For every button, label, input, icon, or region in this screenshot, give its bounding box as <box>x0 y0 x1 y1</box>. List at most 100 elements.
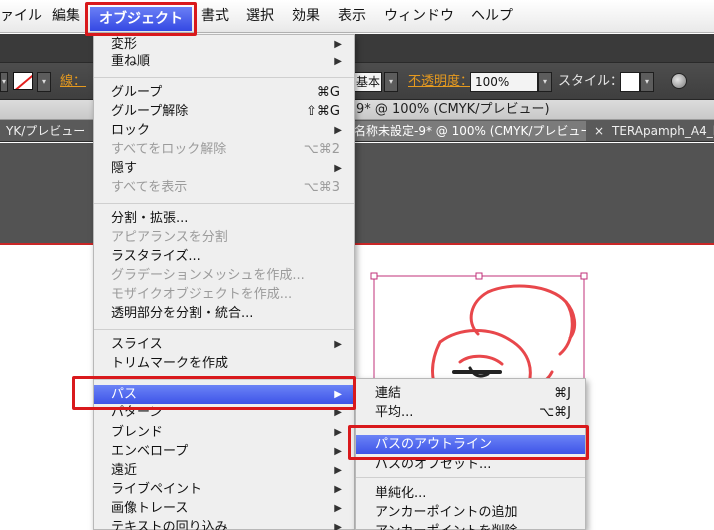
screen: { "menubar": { "items": ["ァイル", "編集", "オ… <box>0 0 714 530</box>
menu-item-label: 隠す <box>111 161 138 176</box>
selection-handle <box>370 272 378 280</box>
shortcut-text: ⌥⌘2 <box>303 142 340 157</box>
opacity-label[interactable]: 不透明度： <box>408 74 473 90</box>
opacity-dropdown[interactable]: ▾ <box>538 72 552 92</box>
menu-item-slice[interactable]: スライス ▶ <box>94 335 354 354</box>
stroke-none-swatch[interactable] <box>13 72 33 90</box>
menu-item-label: すべてを表示 <box>111 180 188 195</box>
menu-item-expand[interactable]: 分割・拡張... <box>94 209 354 228</box>
menu-window[interactable]: ウィンドウ <box>384 7 454 25</box>
menu-item-label: 遠近 <box>111 463 138 478</box>
menu-item-label: 単純化... <box>375 486 427 501</box>
fill-dropdown[interactable]: ▾ <box>0 72 8 92</box>
graphic-style-dropdown[interactable]: ▾ <box>640 72 654 92</box>
menu-separator <box>94 77 354 78</box>
shortcut-text: ⇧⌘G <box>306 104 340 119</box>
menu-item-label: 重ね順 <box>111 54 151 69</box>
menu-item-join[interactable]: 連結 ⌘J <box>356 384 585 403</box>
shortcut-text: ⌥⌘J <box>539 405 571 420</box>
menu-item-hide[interactable]: 隠す ▶ <box>94 159 354 178</box>
menu-item-label: 連結 <box>375 386 402 401</box>
stroke-dropdown[interactable]: ▾ <box>37 72 51 92</box>
menu-item-label: アンカーポイントの追加 <box>375 505 518 520</box>
globe-icon[interactable] <box>671 73 687 89</box>
path-annotation-box <box>72 376 356 410</box>
menu-edit[interactable]: 編集 <box>52 7 80 25</box>
menu-item-simplify[interactable]: 単純化... <box>356 484 585 503</box>
style-label: スタイル： <box>558 74 624 89</box>
menu-item-group[interactable]: グループ ⌘G <box>94 83 354 102</box>
menu-item-envelope[interactable]: エンベロープ ▶ <box>94 442 354 461</box>
menu-item-expand-appearance: アピアランスを分割 <box>94 228 354 247</box>
menu-item-label: アンカーポイントを削除 <box>375 522 517 530</box>
menu-item-label: すべてをロック解除 <box>111 142 227 157</box>
document-tab-2[interactable]: 名称未設定-9* @ 100% (CMYK/プレビュー) <box>348 121 586 141</box>
outline-stroke-annotation-box <box>348 425 589 460</box>
brush-style-dropdown[interactable]: ▾ <box>384 72 398 92</box>
submenu-arrow-icon: ▶ <box>334 522 342 530</box>
menu-type[interactable]: 書式 <box>201 7 229 25</box>
menu-item-image-trace[interactable]: 画像トレース ▶ <box>94 499 354 518</box>
submenu-arrow-icon: ▶ <box>334 446 342 457</box>
menu-item-blend[interactable]: ブレンド ▶ <box>94 423 354 442</box>
submenu-arrow-icon: ▶ <box>334 427 342 438</box>
menu-item-rasterize[interactable]: ラスタライズ... <box>94 247 354 266</box>
menu-item-label: ロック <box>111 123 151 138</box>
menu-separator <box>94 203 354 204</box>
menu-item-label: グラデーションメッシュを作成... <box>111 268 305 283</box>
menu-view[interactable]: 表示 <box>338 7 366 25</box>
menu-item-label: スライス <box>111 337 163 352</box>
menu-separator <box>356 477 585 478</box>
menu-item-label: 平均... <box>375 405 414 420</box>
menu-item-label: ブレンド <box>111 425 164 440</box>
menu-select[interactable]: 選択 <box>246 7 274 25</box>
stroke-label[interactable]: 線： <box>60 74 86 90</box>
menu-item-average[interactable]: 平均... ⌥⌘J <box>356 403 585 422</box>
shortcut-text: ⌥⌘3 <box>303 180 340 195</box>
menu-item-create-trim-marks[interactable]: トリムマークを作成 <box>94 354 354 373</box>
menu-item-label: トリムマークを作成 <box>111 356 229 371</box>
object-menu: 変形 ▶ 重ね順 ▶ グループ ⌘G グループ解除 ⇧⌘G ロック ▶ すべてをロック解除… <box>93 34 355 530</box>
menu-item-arrange[interactable]: 重ね順 ▶ <box>94 52 354 71</box>
menu-item-label: 画像トレース <box>111 501 189 516</box>
graphic-style-swatch[interactable] <box>620 72 640 92</box>
submenu-arrow-icon: ▶ <box>334 484 342 495</box>
menu-item-label: モザイクオブジェクトを作成... <box>111 287 293 302</box>
selection-handle <box>475 272 483 280</box>
menu-item-label: ラスタライズ... <box>111 249 201 264</box>
menu-item-unlock-all: すべてをロック解除 ⌥⌘2 <box>94 140 354 159</box>
menu-item-label: 分割・拡張... <box>111 211 189 226</box>
menu-separator <box>94 329 354 330</box>
menu-item-label: グループ解除 <box>111 104 189 119</box>
document-title: 9* @ 100% (CMYK/プレビュー) <box>356 102 550 117</box>
menu-item-lock[interactable]: ロック ▶ <box>94 121 354 140</box>
menu-item-label: アピアランスを分割 <box>111 230 228 245</box>
opacity-field[interactable]: 100% <box>470 72 538 92</box>
menu-file[interactable]: ァイル <box>0 7 42 25</box>
submenu-arrow-icon: ▶ <box>334 163 342 174</box>
shortcut-text: ⌘J <box>554 386 571 401</box>
menu-help[interactable]: ヘルプ <box>471 7 513 25</box>
brush-style-box[interactable]: 基本 <box>352 72 382 92</box>
document-tab-1[interactable]: YK/プレビュー <box>0 121 92 141</box>
menu-item-ungroup[interactable]: グループ解除 ⇧⌘G <box>94 102 354 121</box>
submenu-arrow-icon: ▶ <box>334 56 342 67</box>
menu-item-remove-anchor-points[interactable]: アンカーポイントを削除 <box>356 522 585 530</box>
menu-item-label: 透明部分を分割・統合... <box>111 306 254 321</box>
menu-item-label: ライブペイント <box>111 482 203 497</box>
menu-item-text-wrap[interactable]: テキストの回り込み ▶ <box>94 518 354 530</box>
menu-item-create-object-mosaic: モザイクオブジェクトを作成... <box>94 285 354 304</box>
menu-object[interactable]: オブジェクト <box>90 7 192 31</box>
submenu-arrow-icon: ▶ <box>334 503 342 514</box>
submenu-arrow-icon: ▶ <box>334 465 342 476</box>
menu-item-perspective[interactable]: 遠近 ▶ <box>94 461 354 480</box>
menu-item-add-anchor-points[interactable]: アンカーポイントの追加 <box>356 503 585 522</box>
menu-item-label: エンベロープ <box>111 444 189 459</box>
shortcut-text: ⌘G <box>316 85 340 100</box>
menu-item-live-paint[interactable]: ライブペイント ▶ <box>94 480 354 499</box>
menu-item-show-all: すべてを表示 ⌥⌘3 <box>94 178 354 197</box>
menu-effect[interactable]: 効果 <box>292 7 320 25</box>
selection-handle <box>580 272 588 280</box>
menu-item-flatten-transparency[interactable]: 透明部分を分割・統合... <box>94 304 354 323</box>
document-tab-3[interactable]: TERApamph_A4_le <box>606 121 714 141</box>
